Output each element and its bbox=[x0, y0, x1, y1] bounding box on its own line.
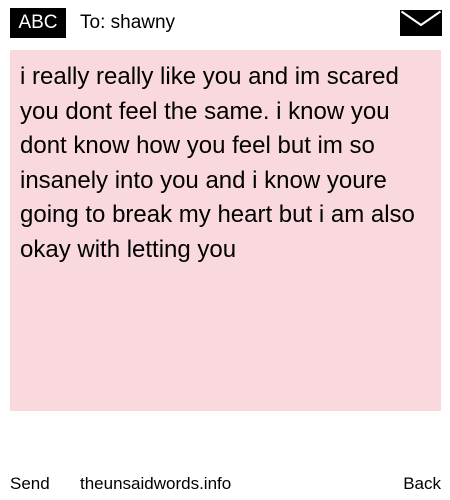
message-text: i really really like you and im scared y… bbox=[20, 63, 415, 263]
back-button[interactable]: Back bbox=[403, 472, 441, 496]
recipient-label: To: shawny bbox=[80, 12, 176, 33]
message-header: ABC To: shawny bbox=[0, 0, 450, 44]
site-link[interactable]: theunsaidwords.info bbox=[80, 472, 231, 496]
envelope-icon bbox=[400, 10, 442, 36]
send-button[interactable]: Send bbox=[10, 472, 50, 496]
message-body[interactable]: i really really like you and im scared y… bbox=[10, 50, 441, 411]
input-mode-badge[interactable]: ABC bbox=[10, 8, 66, 38]
